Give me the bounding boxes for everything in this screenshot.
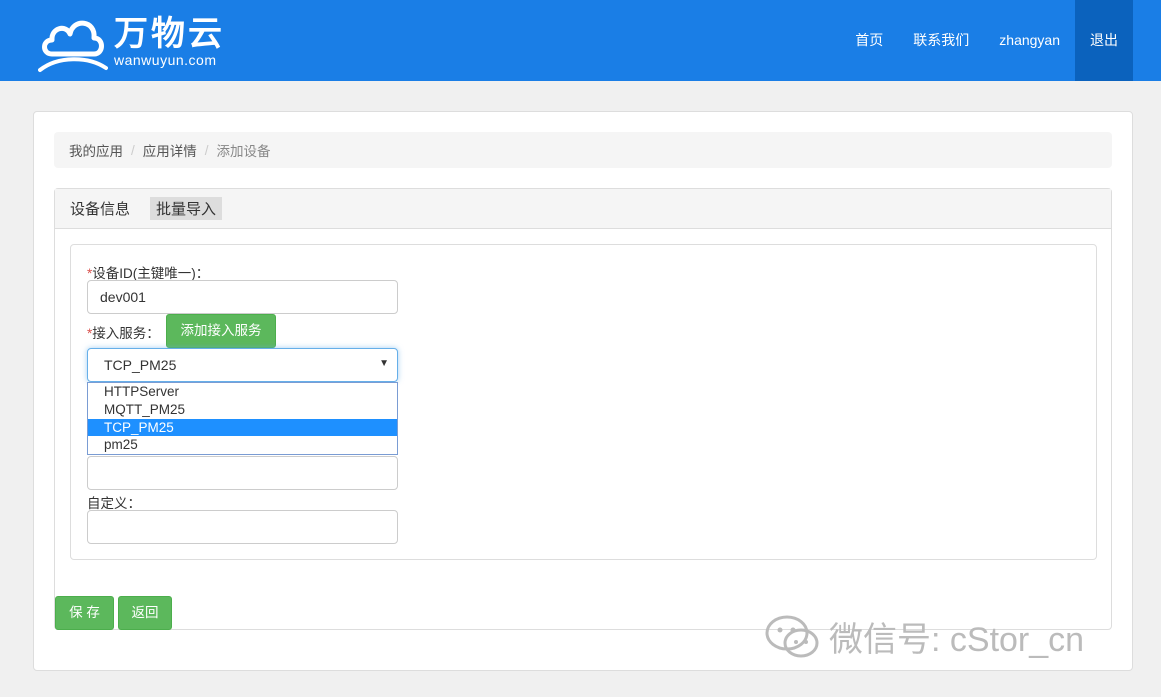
service-option[interactable]: HTTPServer xyxy=(88,383,397,401)
watermark-text: 微信号: cStor_cn xyxy=(829,621,1085,659)
back-button[interactable]: 返回 xyxy=(118,596,172,630)
breadcrumb-separator: / xyxy=(131,142,135,158)
cloud-logo-icon xyxy=(38,20,108,72)
wechat-watermark: 微信号: cStor_cn xyxy=(763,612,1084,661)
service-dropdown-list: HTTPServer MQTT_PM25 TCP_PM25 pm25 xyxy=(87,382,398,455)
custom-input[interactable] xyxy=(87,510,398,544)
wechat-icon xyxy=(765,615,819,657)
hidden-field-input[interactable] xyxy=(87,456,398,490)
card-tabs: 设备信息 批量导入 xyxy=(55,189,1111,229)
device-id-input[interactable] xyxy=(87,280,398,314)
tab-batch-import[interactable]: 批量导入 xyxy=(150,197,223,220)
save-button[interactable]: 保 存 xyxy=(55,596,114,630)
nav-home-link[interactable]: 首页 xyxy=(840,0,898,81)
breadcrumb: 我的应用 / 应用详情 / 添加设备 xyxy=(54,132,1112,168)
nav-logout-link[interactable]: 退出 xyxy=(1075,0,1133,81)
service-option-selected[interactable]: TCP_PM25 xyxy=(88,418,397,437)
brand-logo[interactable]: 万物云 wanwuyun.com xyxy=(38,10,225,74)
service-option[interactable]: MQTT_PM25 xyxy=(88,401,397,419)
device-id-label-text: 设备ID(主键唯一)： xyxy=(92,266,210,281)
main-panel: 我的应用 / 应用详情 / 添加设备 设备信息 批量导入 *设备ID(主键唯一)… xyxy=(33,111,1133,671)
custom-label: 自定义： xyxy=(87,496,141,511)
nav-contact-link[interactable]: 联系我们 xyxy=(898,0,984,81)
breadcrumb-separator: / xyxy=(204,142,209,158)
device-form: *设备ID(主键唯一)： *接入服务： 添加接入服务 TCP_PM25 ▼ HT… xyxy=(70,244,1097,560)
device-id-label: *设备ID(主键唯一)： xyxy=(87,262,209,282)
logo-title: 万物云 xyxy=(114,15,225,53)
logo-subtitle: wanwuyun.com xyxy=(114,52,217,68)
service-label: *接入服务： xyxy=(87,322,160,342)
breadcrumb-my-apps[interactable]: 我的应用 xyxy=(69,140,123,160)
breadcrumb-add-device: 添加设备 xyxy=(216,144,271,159)
top-navbar: 万物云 wanwuyun.com 首页 联系我们 zhangyan 退出 xyxy=(0,0,1161,81)
service-label-text: 接入服务： xyxy=(92,326,160,341)
service-select-value: TCP_PM25 xyxy=(104,357,177,373)
add-service-button[interactable]: 添加接入服务 xyxy=(166,314,276,348)
nav-menu: 首页 联系我们 zhangyan 退出 xyxy=(840,0,1133,81)
dropdown-arrow-icon: ▼ xyxy=(379,358,389,369)
service-select[interactable]: TCP_PM25 ▼ xyxy=(87,348,398,382)
breadcrumb-app-detail[interactable]: 应用详情 xyxy=(143,140,197,160)
service-option[interactable]: pm25 xyxy=(88,436,397,454)
device-card: 设备信息 批量导入 *设备ID(主键唯一)： *接入服务： 添加接入服务 TCP… xyxy=(54,188,1112,630)
nav-user-link[interactable]: zhangyan xyxy=(984,0,1075,81)
tab-device-info[interactable]: 设备信息 xyxy=(70,198,130,219)
